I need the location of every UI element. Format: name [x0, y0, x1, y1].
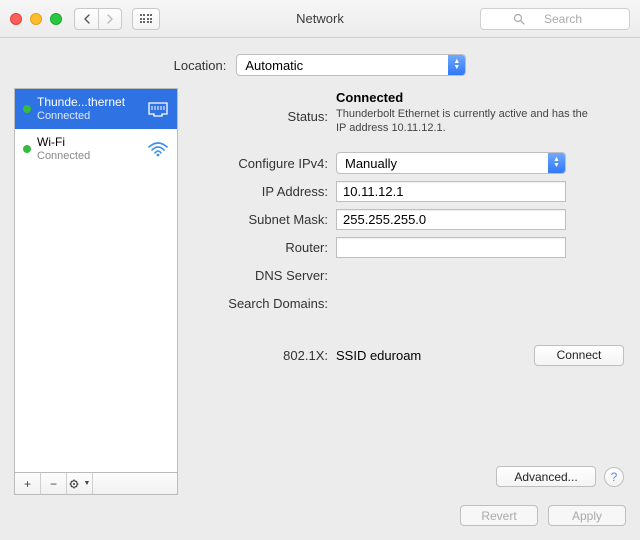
apply-button[interactable]: Apply — [548, 505, 626, 526]
status-label: Status: — [198, 109, 328, 124]
chevron-up-down-icon: ▲▼ — [448, 55, 465, 75]
dns-row: DNS Server: — [198, 261, 624, 289]
subnet-label: Subnet Mask: — [198, 212, 328, 227]
service-text: Thunde...thernet Connected — [37, 95, 139, 123]
revert-button[interactable]: Revert — [460, 505, 538, 526]
show-all-button[interactable] — [132, 8, 160, 30]
router-field[interactable] — [336, 237, 566, 258]
connect-button[interactable]: Connect — [534, 345, 624, 366]
location-label: Location: — [174, 58, 227, 73]
help-button[interactable]: ? — [604, 467, 624, 487]
sidebar: Thunde...thernet Connected — [14, 88, 178, 495]
status-value: Connected — [336, 90, 403, 105]
subnet-row: Subnet Mask: — [198, 205, 624, 233]
main-row: Thunde...thernet Connected — [14, 88, 626, 495]
dns-label: DNS Server: — [198, 268, 328, 283]
minimize-window-button[interactable] — [30, 13, 42, 25]
grid-icon — [140, 14, 153, 23]
x8021-row: 802.1X: SSID eduroam Connect — [198, 341, 624, 369]
detail-panel: Status: Connected Thunderbolt Ethernet i… — [192, 88, 626, 495]
search-domains-row: Search Domains: — [198, 289, 624, 317]
service-item-wifi[interactable]: Wi-Fi Connected — [15, 129, 177, 169]
service-item-thunderbolt[interactable]: Thunde...thernet Connected — [15, 89, 177, 129]
ip-address-field[interactable] — [336, 181, 566, 202]
close-window-button[interactable] — [10, 13, 22, 25]
zoom-window-button[interactable] — [50, 13, 62, 25]
router-row: Router: — [198, 233, 624, 261]
remove-service-button[interactable]: − — [41, 473, 67, 494]
gear-icon — [69, 478, 83, 490]
configure-value: Manually — [345, 156, 397, 171]
content-area: Location: Automatic ▲▼ Thunde...thernet … — [0, 38, 640, 540]
advanced-row: Advanced... ? — [198, 466, 624, 493]
service-name: Thunde...thernet — [37, 95, 139, 109]
location-select[interactable]: Automatic ▲▼ — [236, 54, 466, 76]
add-service-button[interactable]: + — [15, 473, 41, 494]
bottom-buttons: Revert Apply — [14, 495, 626, 526]
wifi-icon — [145, 136, 171, 162]
chevron-up-down-icon: ▲▼ — [548, 153, 565, 173]
back-button[interactable] — [74, 8, 98, 30]
actions-menu-button[interactable]: ▼ — [67, 473, 93, 494]
configure-label: Configure IPv4: — [198, 156, 328, 171]
window-title: Network — [296, 11, 344, 26]
advanced-button[interactable]: Advanced... — [496, 466, 596, 487]
status-dot — [23, 145, 31, 153]
service-text: Wi-Fi Connected — [37, 135, 139, 163]
chevron-down-icon: ▼ — [84, 480, 91, 487]
location-value: Automatic — [245, 58, 303, 73]
subnet-mask-field[interactable] — [336, 209, 566, 230]
service-status: Connected — [37, 149, 139, 163]
status-dot — [23, 105, 31, 113]
x8021-value: SSID eduroam — [336, 348, 524, 363]
service-list: Thunde...thernet Connected — [14, 88, 178, 473]
status-detail: Thunderbolt Ethernet is currently active… — [336, 107, 596, 135]
traffic-lights — [10, 13, 62, 25]
x8021-label: 802.1X: — [198, 348, 328, 363]
configure-row: Configure IPv4: Manually ▲▼ — [198, 149, 624, 177]
configure-ipv4-select[interactable]: Manually ▲▼ — [336, 152, 566, 174]
ip-label: IP Address: — [198, 184, 328, 199]
service-status: Connected — [37, 109, 139, 123]
ethernet-icon — [145, 96, 171, 122]
service-name: Wi-Fi — [37, 135, 139, 149]
search-domains-label: Search Domains: — [198, 296, 328, 311]
location-row: Location: Automatic ▲▼ — [14, 46, 626, 88]
nav-buttons — [74, 8, 122, 30]
titlebar: Network — [0, 0, 640, 38]
router-label: Router: — [198, 240, 328, 255]
search-wrap — [480, 8, 630, 30]
ip-row: IP Address: — [198, 177, 624, 205]
status-row: Status: Connected Thunderbolt Ethernet i… — [198, 90, 624, 143]
forward-button[interactable] — [98, 8, 122, 30]
search-input[interactable] — [480, 8, 630, 30]
list-footer: + − — [14, 473, 178, 495]
